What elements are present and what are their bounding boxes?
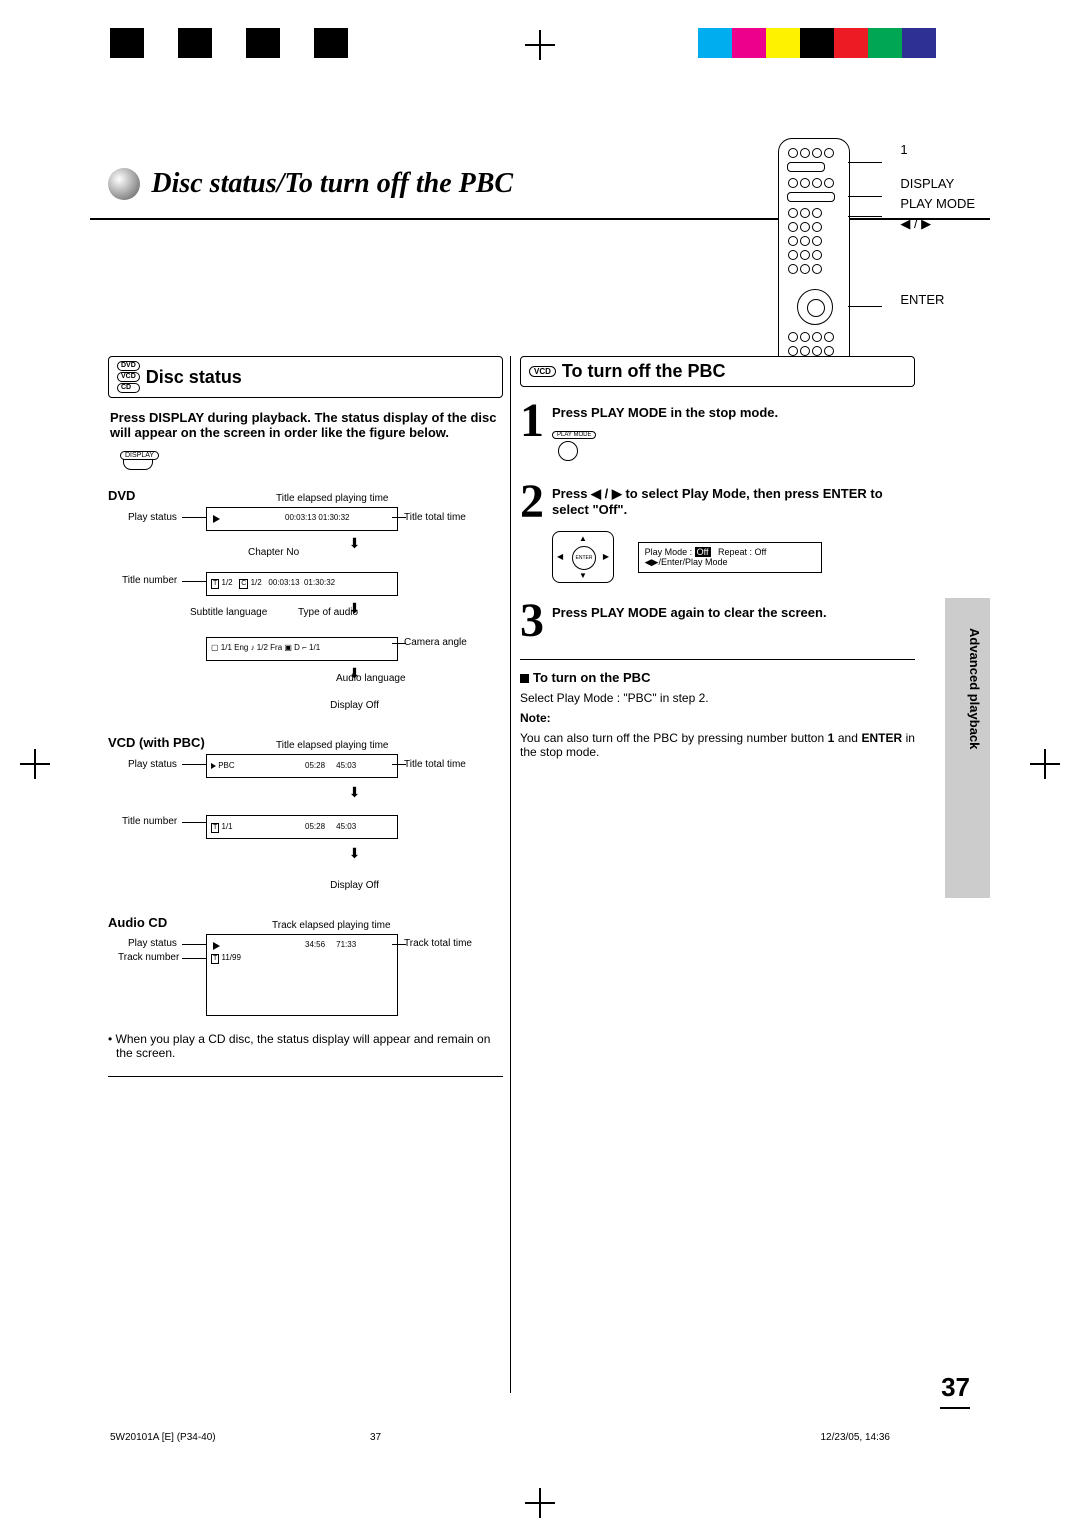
footer-mid: 37 — [370, 1432, 381, 1443]
dvd-title-number-label: Title number — [122, 575, 177, 586]
footer-right: 12/23/05, 14:36 — [820, 1432, 890, 1443]
remote-callout-playmode: PLAY MODE — [900, 196, 975, 212]
right-heading: VCD To turn off the PBC — [520, 356, 915, 387]
disc-status-intro: Press DISPLAY during playback. The statu… — [110, 410, 501, 440]
step-1-number: 1 — [520, 401, 552, 464]
note-body: You can also turn off the PBC by pressin… — [520, 731, 915, 759]
title-underline — [90, 218, 990, 220]
disc-type-ovals: DVD VCD CD — [117, 361, 140, 393]
remote-callout-1: 1 — [900, 142, 975, 158]
dvd-osd-1: 00:03:13 01:30:32 — [206, 507, 398, 531]
vcd-osd-1: PBC 05:28 45:03 — [206, 754, 398, 778]
page-content: Advanced playback Disc status/To turn of… — [90, 88, 990, 1473]
column-separator — [510, 356, 511, 1393]
playmode-osd: Play Mode : Off Repeat : Off ◀▶/Enter/Pl… — [638, 542, 822, 573]
bullet-sphere-icon — [108, 168, 140, 200]
display-button-icon — [123, 459, 153, 470]
cd-note: When you play a CD disc, the status disp… — [116, 1032, 491, 1060]
left-heading-text: Disc status — [146, 367, 242, 388]
step-1-text: Press PLAY MODE in the stop mode. — [552, 405, 778, 420]
dvd-display-off: Display Off — [206, 700, 503, 711]
dvd-elapsed-label: Title elapsed playing time — [276, 493, 388, 504]
dvd-osd-3: ▢ 1/1 Eng ♪ 1/2 Fra ▣ D ⌐ 1/1 — [206, 637, 398, 661]
crop-mark-right — [1030, 749, 1060, 779]
dvd-osd-2: T 1/2 C 1/2 00:03:13 01:30:32 — [206, 572, 398, 596]
playmode-button-icon — [558, 441, 578, 461]
right-column: VCD To turn off the PBC 1 Press PLAY MOD… — [520, 356, 915, 759]
page-title: Disc status/To turn off the PBC — [151, 168, 513, 199]
page-number: 37 — [941, 1372, 970, 1403]
vcd-play-status-label: Play status — [128, 759, 177, 770]
vcd-osd-2: T 1/1 05:28 45:03 — [206, 815, 398, 839]
turn-on-heading: To turn on the PBC — [520, 670, 915, 685]
cd-play-status-label: Play status — [128, 938, 177, 949]
dvd-camera-label: Camera angle — [404, 637, 467, 648]
crop-mark-top — [525, 30, 555, 60]
square-bullet-icon — [520, 674, 529, 683]
dvd-audio-type-label: Type of audio — [298, 607, 358, 618]
left-heading: DVD VCD CD Disc status — [108, 356, 503, 398]
display-button-label: DISPLAY — [120, 451, 159, 460]
turn-on-body: Select Play Mode : "PBC" in step 2. — [520, 691, 915, 705]
cd-track-total-label: Track total time — [404, 938, 472, 949]
cd-track-number-label: Track number — [118, 952, 179, 963]
vcd-title-number-label: Title number — [122, 816, 177, 827]
enter-pad-icon: ENTER ◀ ▶ ▲ ▼ — [552, 531, 614, 583]
step-3-text: Press PLAY MODE again to clear the scree… — [552, 605, 827, 620]
step-3-number: 3 — [520, 601, 552, 641]
dvd-play-status-label: Play status — [128, 512, 177, 523]
dvd-chapter-label: Chapter No — [248, 547, 299, 558]
remote-illustration — [778, 138, 850, 380]
remote-callout-display: DISPLAY — [900, 176, 975, 192]
dvd-audio-lang-label: Audio language — [336, 673, 406, 684]
footer-left: 5W20101A [E] (P34-40) — [110, 1432, 216, 1443]
step-2-text: Press ◀ / ▶ to select Play Mode, then pr… — [552, 486, 915, 517]
dvd-title-total-label: Title total time — [404, 512, 466, 523]
remote-callout-arrows: ◀ / ▶ — [900, 216, 975, 232]
step-2-number: 2 — [520, 482, 552, 583]
remote-callouts: 1 DISPLAY PLAY MODE ◀ / ▶ ENTER — [900, 142, 975, 312]
vcd-display-off: Display Off — [206, 880, 503, 891]
side-tab-label: Advanced playback — [967, 628, 982, 749]
left-column: DVD VCD CD Disc status Press DISPLAY dur… — [108, 356, 503, 1077]
dvd-subtitle-label: Subtitle language — [190, 607, 267, 618]
vcd-title-total-label: Title total time — [404, 759, 466, 770]
page-number-underline — [940, 1407, 970, 1409]
crop-mark-bottom — [525, 1488, 555, 1518]
crop-mark-left — [20, 749, 50, 779]
playmode-button-label: PLAY MODE — [552, 431, 596, 439]
cd-osd: 34:56 71:33 T 11/99 — [206, 934, 398, 1016]
cd-elapsed-label: Track elapsed playing time — [272, 920, 391, 931]
right-heading-text: To turn off the PBC — [562, 361, 726, 382]
vcd-elapsed-label: Title elapsed playing time — [276, 740, 388, 751]
remote-callout-enter: ENTER — [900, 292, 975, 308]
note-label: Note: — [520, 711, 915, 725]
